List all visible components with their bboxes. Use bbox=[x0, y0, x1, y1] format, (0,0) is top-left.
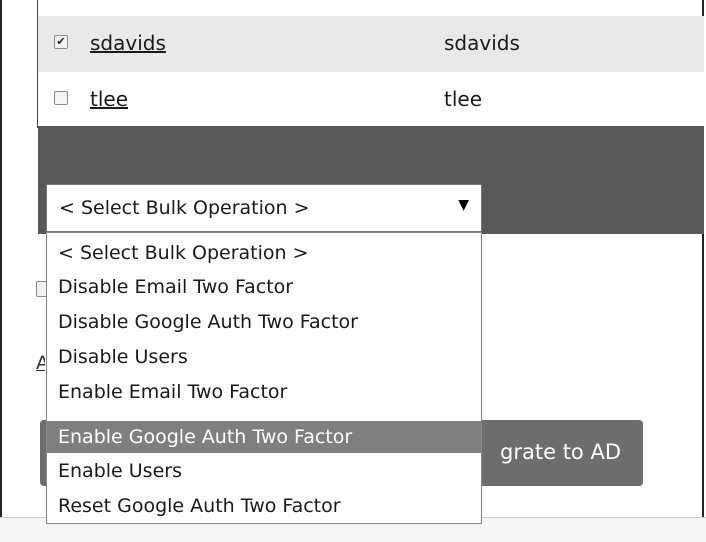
caret-down-icon: ▼ bbox=[458, 197, 469, 213]
dropdown-option-enable-email-two-factor[interactable]: Enable Email Two Factor bbox=[47, 376, 481, 408]
row-checkbox-tlee[interactable] bbox=[54, 91, 68, 105]
dropdown-option-select-bulk-operation[interactable]: < Select Bulk Operation > bbox=[47, 237, 481, 269]
username-link[interactable]: sdavids bbox=[90, 31, 166, 55]
dropdown-option-disable-google-auth-two-factor[interactable]: Disable Google Auth Two Factor bbox=[47, 306, 481, 338]
login-name: tlee bbox=[444, 87, 483, 111]
dropdown-option-disable-users[interactable]: Disable Users bbox=[47, 341, 481, 373]
dropdown-option-reset-google-auth-two-factor[interactable]: Reset Google Auth Two Factor bbox=[47, 490, 481, 522]
row-checkbox-sdavids[interactable]: ✔ bbox=[54, 35, 68, 49]
table-row: tlee tlee bbox=[38, 72, 704, 128]
username-link[interactable]: tlee bbox=[90, 87, 128, 111]
dropdown-option-disable-email-two-factor[interactable]: Disable Email Two Factor bbox=[47, 271, 481, 303]
login-name: sdavids bbox=[444, 31, 520, 55]
migrate-to-ad-label: grate to AD bbox=[500, 440, 621, 464]
table-row: ✔ sdavids sdavids bbox=[38, 16, 704, 72]
bulk-operation-dropdown-list[interactable]: < Select Bulk Operation > Disable Email … bbox=[46, 232, 482, 524]
dropdown-option-enable-users[interactable]: Enable Users bbox=[47, 455, 481, 487]
partially-hidden-checkbox[interactable] bbox=[36, 281, 46, 297]
bulk-operation-select[interactable]: < Select Bulk Operation > ▼ bbox=[46, 184, 482, 232]
partially-hidden-link[interactable]: A bbox=[36, 352, 45, 372]
bulk-operation-selected-value: < Select Bulk Operation > bbox=[59, 197, 310, 219]
dropdown-option-enable-google-auth-two-factor[interactable]: Enable Google Auth Two Factor bbox=[47, 421, 481, 453]
